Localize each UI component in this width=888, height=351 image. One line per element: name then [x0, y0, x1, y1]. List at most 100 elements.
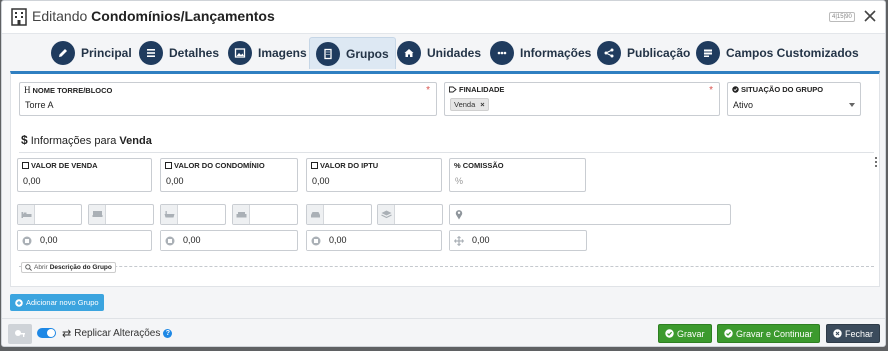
tab-principal[interactable]: Principal	[51, 37, 132, 69]
area-privativa-value: 0,00	[183, 235, 201, 245]
field-label: NOME TORRE/BLOCO	[32, 85, 113, 95]
tab-label: Grupos	[346, 46, 389, 61]
sofa-icon	[233, 205, 250, 224]
tab-label: Informações	[520, 46, 592, 60]
valor-iptu-value: 0,00	[312, 176, 330, 186]
image-icon	[228, 41, 252, 65]
tab-grupos[interactable]: Grupos	[309, 37, 396, 69]
tab-label: Imagens	[258, 46, 307, 60]
replicate-label: Replicar Alterações	[74, 328, 161, 339]
map-marker-icon	[450, 205, 467, 224]
valor-condominio-field[interactable]: VALOR DO CONDOMÍNIO 0,00	[160, 158, 298, 192]
localizacao-input[interactable]	[449, 204, 731, 225]
h-icon: H	[24, 85, 31, 95]
divider	[19, 152, 874, 153]
field-label: VALOR DE VENDA	[31, 161, 98, 170]
home-icon	[397, 41, 421, 65]
close-button[interactable]: Fechar	[826, 324, 881, 343]
save-continue-button[interactable]: Gravar e Continuar	[717, 324, 820, 343]
money-icon	[311, 162, 318, 169]
save-continue-label: Gravar e Continuar	[736, 328, 813, 339]
car-icon	[307, 205, 324, 224]
building-icon	[316, 41, 340, 66]
pill-label: Descrição do Grupo	[49, 264, 112, 271]
bath-icon	[161, 205, 178, 224]
check-circle-icon	[732, 86, 739, 93]
more-options-icon[interactable]	[875, 157, 878, 169]
modal-header: Editando Condomínios/Lançamentos 4|15|90	[2, 1, 885, 34]
area-util-value: 0,00	[329, 235, 347, 245]
add-group-button[interactable]: Adicionar novo Grupo	[10, 294, 104, 311]
dashed-divider	[19, 266, 874, 267]
tab-label: Unidades	[427, 46, 482, 60]
valor-venda-field[interactable]: VALOR DE VENDA 0,00	[17, 158, 152, 192]
plus-circle-icon	[15, 298, 23, 307]
save-button[interactable]: Gravar	[658, 324, 712, 343]
chevron-down-icon	[849, 103, 855, 107]
close-icon[interactable]	[862, 8, 878, 24]
area-terreno-input[interactable]: 0,00	[449, 230, 587, 251]
finalidade-field[interactable]: FINALIDADE * Venda ×	[444, 82, 720, 116]
layers-icon	[378, 205, 395, 224]
replicate-label-group: ⇄ Replicar Alterações ?	[62, 327, 173, 340]
help-icon[interactable]: ?	[163, 329, 173, 338]
tab-unidades[interactable]: Unidades	[397, 37, 481, 69]
area-icon	[307, 231, 324, 250]
title-entity: Condomínios/Lançamentos	[91, 8, 275, 24]
area-privativa-input[interactable]: 0,00	[160, 230, 298, 251]
area-util-input[interactable]: 0,00	[306, 230, 442, 251]
salas-input[interactable]	[232, 204, 298, 225]
andares-input[interactable]	[377, 204, 443, 225]
field-label: FINALIDADE	[459, 85, 505, 94]
valor-iptu-field[interactable]: VALOR DO IPTU 0,00	[306, 158, 442, 192]
tab-detalhes[interactable]: Detalhes	[139, 37, 219, 69]
field-label: VALOR DO CONDOMÍNIO	[174, 161, 265, 170]
check-circle-icon	[724, 329, 733, 338]
suites-input[interactable]	[88, 204, 154, 225]
more-icon	[490, 41, 514, 65]
section-mode: Venda	[119, 135, 152, 147]
banheiros-input[interactable]	[160, 204, 226, 225]
tab-label: Detalhes	[169, 46, 220, 60]
required-mark: *	[709, 85, 713, 96]
field-label: SITUAÇÃO DO GRUPO	[741, 85, 824, 94]
situacao-grupo-select[interactable]: SITUAÇÃO DO GRUPO Ativo	[727, 82, 861, 116]
money-icon	[22, 162, 29, 169]
modal-title: Editando Condomínios/Lançamentos	[32, 8, 275, 24]
bed-icon	[18, 205, 35, 224]
valor-venda-value: 0,00	[23, 176, 41, 186]
tag-remove-button[interactable]: ×	[480, 100, 484, 109]
double-bed-icon	[89, 205, 106, 224]
fields-icon	[696, 41, 720, 65]
save-label: Gravar	[677, 328, 705, 339]
comissao-field[interactable]: % COMISSÃO %	[449, 158, 586, 192]
group-panel: H NOME TORRE/BLOCO * Torre A FINALIDADE *…	[10, 71, 880, 287]
tab-publicacao[interactable]: Publicação	[597, 37, 690, 69]
title-prefix: Editando	[32, 8, 88, 24]
valor-condominio-value: 0,00	[166, 176, 184, 186]
building-icon	[11, 8, 27, 26]
record-counter: 4|15|90	[829, 12, 855, 22]
tab-imagens[interactable]: Imagens	[228, 37, 307, 69]
nome-torre-field[interactable]: H NOME TORRE/BLOCO * Torre A	[19, 82, 437, 116]
list-icon	[139, 41, 163, 65]
area-total-value: 0,00	[40, 235, 58, 245]
area-total-input[interactable]: 0,00	[17, 230, 152, 251]
tab-label: Publicação	[627, 46, 691, 60]
open-description-button[interactable]: Abrir Descrição do Grupo	[21, 262, 116, 273]
quartos-input[interactable]	[17, 204, 82, 225]
tags-icon	[449, 86, 457, 93]
keys-button[interactable]	[8, 324, 32, 344]
modal-footer: ⇄ Replicar Alterações ? Gravar Gravar e …	[2, 318, 885, 346]
finalidade-tag: Venda ×	[450, 98, 489, 111]
arrows-icon	[450, 231, 467, 250]
field-label: % COMISSÃO	[454, 161, 504, 170]
search-icon	[25, 264, 32, 271]
tab-informacoes[interactable]: Informações	[490, 37, 591, 69]
pill-prefix: Abrir	[34, 264, 48, 271]
tag-label: Venda	[454, 100, 476, 109]
add-group-label: Adicionar novo Grupo	[26, 298, 99, 307]
replicate-toggle[interactable]	[37, 328, 56, 338]
vagas-input[interactable]	[306, 204, 372, 225]
tab-campos-customizados[interactable]: Campos Customizados	[696, 37, 859, 69]
